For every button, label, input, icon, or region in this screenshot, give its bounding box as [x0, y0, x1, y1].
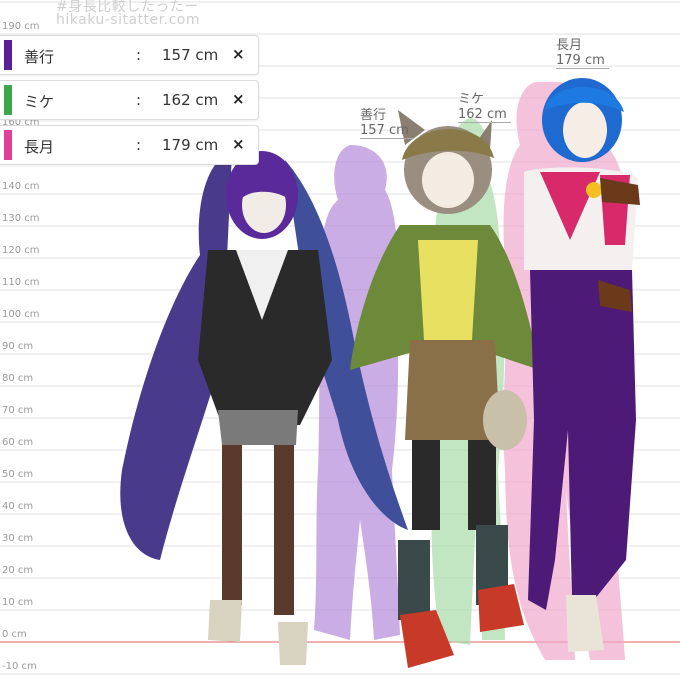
label-mike: ミケ 162 cm: [458, 92, 511, 123]
label-nagatsuki: 長月 179 cm: [556, 38, 609, 69]
entry-name: ミケ: [24, 93, 55, 111]
entry-nagatsuki[interactable]: 長月 : 179 cm ×: [0, 125, 259, 165]
entry-height: 179 cm: [162, 136, 219, 154]
color-swatch: [4, 130, 12, 160]
label-zengyo: 善行 157 cm: [360, 108, 413, 139]
color-swatch: [4, 40, 12, 70]
remove-entry-icon[interactable]: ×: [232, 135, 245, 153]
label-mike-height: 162 cm: [458, 107, 511, 123]
entry-height: 157 cm: [162, 46, 219, 64]
entry-separator: :: [136, 46, 142, 64]
comparison-stage: 200 cm190 cm180 cm170 cm160 cm150 cm140 …: [0, 0, 680, 680]
entry-name: 善行: [24, 48, 55, 66]
label-zengyo-name: 善行: [360, 108, 387, 123]
entry-height: 162 cm: [162, 91, 219, 109]
label-mike-name: ミケ: [458, 92, 485, 107]
entry-name: 長月: [24, 138, 55, 156]
entry-separator: :: [136, 91, 142, 109]
label-nagatsuki-height: 179 cm: [556, 53, 609, 69]
entry-zengyo[interactable]: 善行 : 157 cm ×: [0, 35, 259, 75]
remove-entry-icon[interactable]: ×: [232, 45, 245, 63]
color-swatch: [4, 85, 12, 115]
entry-separator: :: [136, 136, 142, 154]
label-nagatsuki-name: 長月: [556, 38, 583, 53]
label-zengyo-height: 157 cm: [360, 123, 413, 139]
remove-entry-icon[interactable]: ×: [232, 90, 245, 108]
entry-mike[interactable]: ミケ : 162 cm ×: [0, 80, 259, 120]
